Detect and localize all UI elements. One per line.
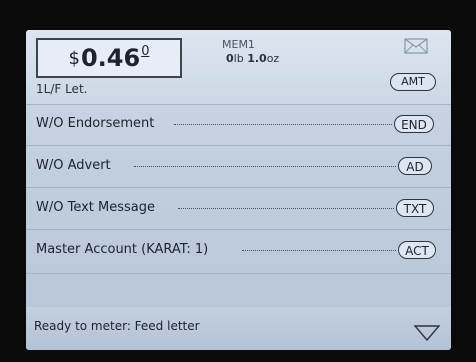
weight-readout: 0lb 1.0oz	[226, 52, 279, 65]
option-row-master-account[interactable]: Master Account (KARAT: 1) ACT	[26, 230, 451, 274]
memory-label: MEM1	[222, 38, 255, 51]
end-button[interactable]: END	[394, 115, 434, 133]
txt-button[interactable]: TXT	[396, 199, 434, 217]
weight-oz-unit: oz	[266, 52, 280, 65]
postage-currency: $	[68, 47, 80, 69]
weight-oz: 1.0	[247, 52, 267, 65]
option-label-advert: W/O Advert	[36, 158, 111, 173]
amt-button[interactable]: AMT	[390, 73, 436, 91]
status-bar: Ready to meter: Feed letter	[26, 307, 451, 350]
leader-dots	[178, 208, 394, 209]
triangle-down-icon[interactable]	[414, 325, 440, 341]
option-label-endorsement: W/O Endorsement	[36, 116, 155, 131]
act-button[interactable]: ACT	[398, 241, 436, 259]
leader-dots	[242, 250, 396, 251]
option-row-advert[interactable]: W/O Advert AD	[26, 146, 451, 188]
mail-class-label: 1L/F Let.	[36, 82, 88, 96]
weight-lb: 0	[226, 52, 234, 65]
postage-value: 0.46	[80, 44, 141, 72]
postage-header: $ 0.46 0 1L/F Let. MEM1 0lb 1.0oz AMT	[26, 30, 451, 105]
option-label-master-account: Master Account (KARAT: 1)	[36, 242, 209, 257]
option-label-text-message: W/O Text Message	[36, 200, 155, 215]
leader-dots	[134, 166, 396, 167]
option-row-endorsement[interactable]: W/O Endorsement END	[26, 104, 451, 146]
status-text: Ready to meter: Feed letter	[34, 319, 200, 333]
ad-button[interactable]: AD	[398, 157, 432, 175]
meter-screen: $ 0.46 0 1L/F Let. MEM1 0lb 1.0oz AMT W/…	[26, 30, 451, 350]
option-row-text-message[interactable]: W/O Text Message TXT	[26, 188, 451, 230]
leader-dots	[174, 124, 392, 125]
weight-lb-unit: lb	[233, 52, 244, 65]
postage-amount-display: $ 0.46 0	[36, 38, 182, 78]
postage-tenth: 0	[141, 43, 150, 59]
envelope-icon	[404, 38, 428, 54]
